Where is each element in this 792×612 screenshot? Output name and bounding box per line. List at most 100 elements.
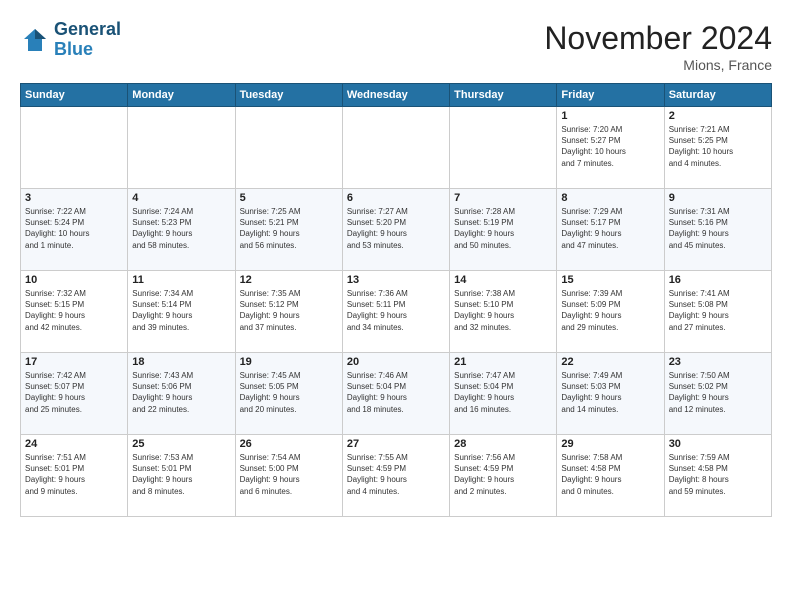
day-number: 1 [561, 110, 659, 122]
day-info: Sunrise: 7:45 AM Sunset: 5:05 PM Dayligh… [240, 370, 338, 415]
day-info: Sunrise: 7:32 AM Sunset: 5:15 PM Dayligh… [25, 288, 123, 333]
day-number: 2 [669, 110, 767, 122]
logo-blue: Blue [54, 40, 121, 60]
day-number: 18 [132, 356, 230, 368]
day-number: 12 [240, 274, 338, 286]
calendar-week-row: 1Sunrise: 7:20 AM Sunset: 5:27 PM Daylig… [21, 107, 772, 189]
day-info: Sunrise: 7:53 AM Sunset: 5:01 PM Dayligh… [132, 452, 230, 497]
day-number: 17 [25, 356, 123, 368]
day-header-thursday: Thursday [450, 84, 557, 107]
day-info: Sunrise: 7:38 AM Sunset: 5:10 PM Dayligh… [454, 288, 552, 333]
day-number: 28 [454, 438, 552, 450]
day-header-sunday: Sunday [21, 84, 128, 107]
day-info: Sunrise: 7:55 AM Sunset: 4:59 PM Dayligh… [347, 452, 445, 497]
calendar-week-row: 3 Sunrise: 7:22 AM Sunset: 5:24 PM Daylig… [21, 189, 772, 271]
day-number: 29 [561, 438, 659, 450]
day-info: Sunrise: 7:42 AM Sunset: 5:07 PM Dayligh… [25, 370, 123, 415]
calendar-day-cell: 4Sunrise: 7:24 AM Sunset: 5:23 PM Daylig… [128, 189, 235, 271]
day-header-monday: Monday [128, 84, 235, 107]
day-header-saturday: Saturday [664, 84, 771, 107]
day-info: Sunrise: 7:41 AM Sunset: 5:08 PM Dayligh… [669, 288, 767, 333]
day-info: Sunrise: 7:54 AM Sunset: 5:00 PM Dayligh… [240, 452, 338, 497]
calendar-day-cell: 26 Sunrise: 7:54 AM Sunset: 5:00 PM Dayli… [235, 435, 342, 517]
calendar-day-cell: 5 Sunrise: 7:25 AM Sunset: 5:21 PM Daylig… [235, 189, 342, 271]
calendar-day-cell: 16 Sunrise: 7:41 AM Sunset: 5:08 PM Dayli… [664, 271, 771, 353]
calendar-day-cell [235, 107, 342, 189]
day-info: Sunrise: 7:43 AM Sunset: 5:06 PM Dayligh… [132, 370, 230, 415]
calendar-day-cell: 1Sunrise: 7:20 AM Sunset: 5:27 PM Daylig… [557, 107, 664, 189]
day-number: 15 [561, 274, 659, 286]
calendar-day-cell: 14 Sunrise: 7:38 AM Sunset: 5:10 PM Dayli… [450, 271, 557, 353]
day-header-tuesday: Tuesday [235, 84, 342, 107]
calendar-day-cell: 19 Sunrise: 7:45 AM Sunset: 5:05 PM Dayli… [235, 353, 342, 435]
calendar-day-cell: 22Sunrise: 7:49 AM Sunset: 5:03 PM Dayli… [557, 353, 664, 435]
day-number: 5 [240, 192, 338, 204]
calendar-week-row: 10Sunrise: 7:32 AM Sunset: 5:15 PM Dayli… [21, 271, 772, 353]
calendar-day-cell: 6Sunrise: 7:27 AM Sunset: 5:20 PM Daylig… [342, 189, 449, 271]
day-number: 9 [669, 192, 767, 204]
day-info: Sunrise: 7:58 AM Sunset: 4:58 PM Dayligh… [561, 452, 659, 497]
calendar-day-cell [128, 107, 235, 189]
location: Mions, France [544, 57, 772, 73]
day-number: 14 [454, 274, 552, 286]
day-info: Sunrise: 7:51 AM Sunset: 5:01 PM Dayligh… [25, 452, 123, 497]
calendar-day-cell: 11Sunrise: 7:34 AM Sunset: 5:14 PM Dayli… [128, 271, 235, 353]
day-info: Sunrise: 7:28 AM Sunset: 5:19 PM Dayligh… [454, 206, 552, 251]
day-number: 30 [669, 438, 767, 450]
calendar-day-cell [342, 107, 449, 189]
day-info: Sunrise: 7:50 AM Sunset: 5:02 PM Dayligh… [669, 370, 767, 415]
day-info: Sunrise: 7:46 AM Sunset: 5:04 PM Dayligh… [347, 370, 445, 415]
day-number: 16 [669, 274, 767, 286]
calendar-day-cell: 10Sunrise: 7:32 AM Sunset: 5:15 PM Dayli… [21, 271, 128, 353]
day-number: 21 [454, 356, 552, 368]
calendar-day-cell [450, 107, 557, 189]
day-info: Sunrise: 7:36 AM Sunset: 5:11 PM Dayligh… [347, 288, 445, 333]
calendar-day-cell: 13 Sunrise: 7:36 AM Sunset: 5:11 PM Dayli… [342, 271, 449, 353]
day-number: 3 [25, 192, 123, 204]
day-number: 8 [561, 192, 659, 204]
day-number: 20 [347, 356, 445, 368]
calendar-day-cell: 24 Sunrise: 7:51 AM Sunset: 5:01 PM Dayli… [21, 435, 128, 517]
day-info: Sunrise: 7:25 AM Sunset: 5:21 PM Dayligh… [240, 206, 338, 251]
day-number: 27 [347, 438, 445, 450]
day-info: Sunrise: 7:56 AM Sunset: 4:59 PM Dayligh… [454, 452, 552, 497]
day-number: 23 [669, 356, 767, 368]
day-number: 19 [240, 356, 338, 368]
day-info: Sunrise: 7:59 AM Sunset: 4:58 PM Dayligh… [669, 452, 767, 497]
title-block: November 2024 Mions, France [544, 20, 772, 73]
day-number: 24 [25, 438, 123, 450]
calendar-day-cell: 3 Sunrise: 7:22 AM Sunset: 5:24 PM Daylig… [21, 189, 128, 271]
day-info: Sunrise: 7:21 AM Sunset: 5:25 PM Dayligh… [669, 124, 767, 169]
calendar-week-row: 17 Sunrise: 7:42 AM Sunset: 5:07 PM Dayli… [21, 353, 772, 435]
calendar-day-cell: 15Sunrise: 7:39 AM Sunset: 5:09 PM Dayli… [557, 271, 664, 353]
calendar-day-cell: 23 Sunrise: 7:50 AM Sunset: 5:02 PM Dayli… [664, 353, 771, 435]
day-number: 25 [132, 438, 230, 450]
day-info: Sunrise: 7:31 AM Sunset: 5:16 PM Dayligh… [669, 206, 767, 251]
calendar-table: SundayMondayTuesdayWednesdayThursdayFrid… [20, 83, 772, 517]
calendar-day-cell: 12Sunrise: 7:35 AM Sunset: 5:12 PM Dayli… [235, 271, 342, 353]
day-number: 7 [454, 192, 552, 204]
calendar-day-cell: 9 Sunrise: 7:31 AM Sunset: 5:16 PM Daylig… [664, 189, 771, 271]
day-info: Sunrise: 7:29 AM Sunset: 5:17 PM Dayligh… [561, 206, 659, 251]
day-info: Sunrise: 7:47 AM Sunset: 5:04 PM Dayligh… [454, 370, 552, 415]
calendar-day-cell: 28 Sunrise: 7:56 AM Sunset: 4:59 PM Dayli… [450, 435, 557, 517]
calendar-day-cell: 17 Sunrise: 7:42 AM Sunset: 5:07 PM Dayli… [21, 353, 128, 435]
day-number: 13 [347, 274, 445, 286]
day-info: Sunrise: 7:22 AM Sunset: 5:24 PM Dayligh… [25, 206, 123, 251]
day-number: 26 [240, 438, 338, 450]
month-title: November 2024 [544, 20, 772, 57]
day-info: Sunrise: 7:24 AM Sunset: 5:23 PM Dayligh… [132, 206, 230, 251]
calendar-day-cell: 25 Sunrise: 7:53 AM Sunset: 5:01 PM Dayli… [128, 435, 235, 517]
day-number: 11 [132, 274, 230, 286]
day-number: 22 [561, 356, 659, 368]
day-header-wednesday: Wednesday [342, 84, 449, 107]
calendar-day-cell: 29 Sunrise: 7:58 AM Sunset: 4:58 PM Dayli… [557, 435, 664, 517]
day-header-friday: Friday [557, 84, 664, 107]
calendar-day-cell: 2 Sunrise: 7:21 AM Sunset: 5:25 PM Daylig… [664, 107, 771, 189]
logo-general: General [54, 20, 121, 40]
logo: General Blue [20, 20, 121, 60]
calendar-day-cell: 18 Sunrise: 7:43 AM Sunset: 5:06 PM Dayli… [128, 353, 235, 435]
calendar-day-cell: 27 Sunrise: 7:55 AM Sunset: 4:59 PM Dayli… [342, 435, 449, 517]
calendar-day-cell: 21 Sunrise: 7:47 AM Sunset: 5:04 PM Dayli… [450, 353, 557, 435]
page-header: General Blue November 2024 Mions, France [20, 20, 772, 73]
